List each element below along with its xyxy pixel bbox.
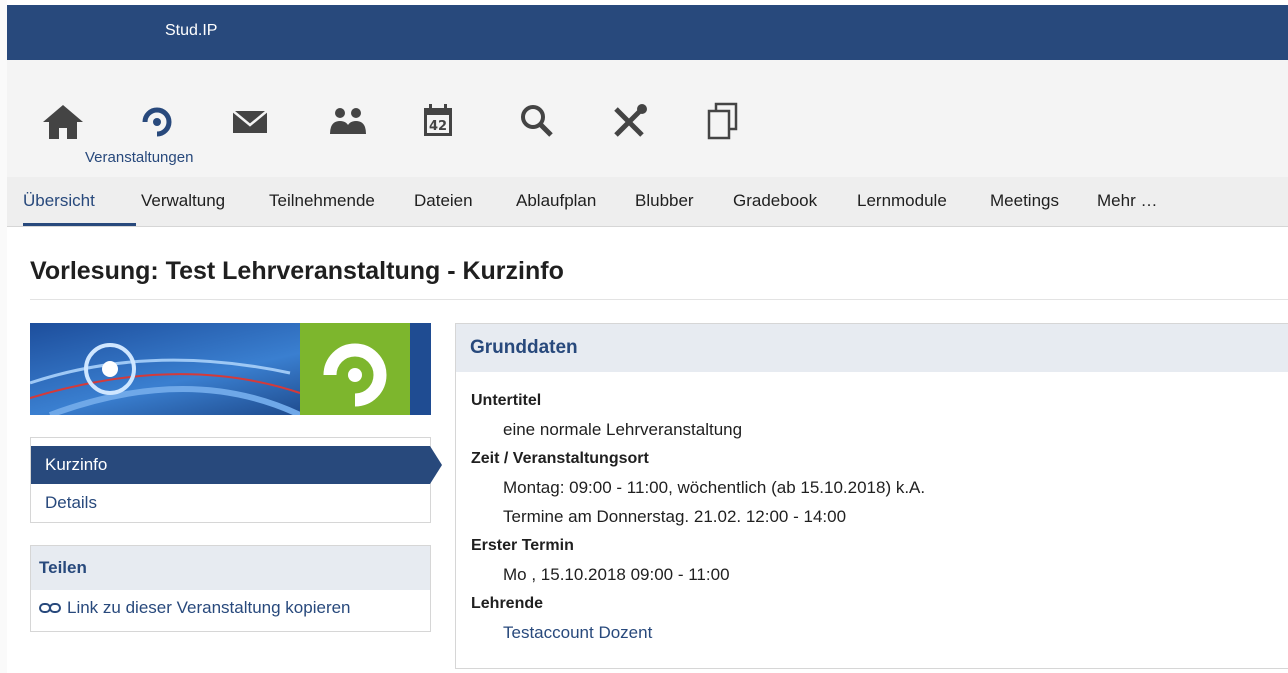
panel-title: Grunddaten [456, 324, 1288, 372]
basic-data-panel: Grunddaten Untertitel eine normale Lehrv… [455, 323, 1288, 669]
teacher-link[interactable]: Testaccount Dozent [471, 622, 925, 651]
time-value-dates: Termine am Donnerstag. 21.02. 12:00 - 14… [503, 507, 847, 526]
search-icon[interactable] [514, 100, 560, 142]
courses-icon[interactable] [134, 100, 180, 142]
window-edge [0, 0, 7, 673]
course-sidenav: Kurzinfo Details [30, 437, 442, 523]
messages-icon[interactable] [227, 100, 273, 142]
documents-icon[interactable] [699, 100, 745, 142]
teachers-label: Lehrende [471, 595, 544, 612]
tab-dateien[interactable]: Dateien [414, 191, 473, 211]
first-date-value: Mo , 15.10.2018 09:00 - 11:00 [503, 565, 730, 584]
subtitle-label: Untertitel [471, 392, 542, 409]
tab-lernmodule[interactable]: Lernmodule [857, 191, 947, 211]
course-tabs: Übersicht Verwaltung Teilnehmende Dateie… [7, 177, 1288, 227]
icon-navigation: 42 Veranstaltungen [7, 60, 1288, 177]
tab-ablaufplan[interactable]: Ablaufplan [516, 191, 596, 211]
home-icon[interactable] [40, 100, 86, 142]
time-location-label: Zeit / Veranstaltungsort [471, 450, 649, 467]
subtitle-value: eine normale Lehrveranstaltung [503, 420, 743, 439]
tools-icon[interactable] [607, 100, 653, 142]
share-title: Teilen [31, 546, 430, 590]
divider [30, 299, 1288, 300]
basic-data-list: Untertitel eine normale Lehrveranstaltun… [471, 390, 925, 651]
page-title: Vorlesung: Test Lehrveranstaltung - Kurz… [30, 257, 564, 285]
link-icon [39, 603, 61, 613]
copy-link-label[interactable]: Link zu dieser Veranstaltung kopieren [67, 598, 351, 618]
tab-uebersicht[interactable]: Übersicht [23, 191, 95, 211]
tab-gradebook[interactable]: Gradebook [733, 191, 817, 211]
active-nav-label[interactable]: Veranstaltungen [85, 149, 193, 166]
time-value-regular: Montag: 09:00 - 11:00, wöchentlich (ab 1… [503, 478, 926, 497]
course-banner-image [30, 323, 431, 415]
tab-mehr[interactable]: Mehr … [1097, 191, 1157, 211]
first-date-label: Erster Termin [471, 537, 574, 554]
sidenav-item-details[interactable]: Details [31, 484, 430, 522]
brand-name[interactable]: Stud.IP [165, 22, 217, 40]
top-bar: Stud.IP [7, 5, 1288, 60]
tab-meetings[interactable]: Meetings [990, 191, 1059, 211]
tab-teilnehmende[interactable]: Teilnehmende [269, 191, 375, 211]
calendar-icon[interactable]: 42 [415, 100, 461, 142]
community-icon[interactable] [325, 100, 371, 142]
active-tab-indicator [23, 223, 136, 226]
tab-blubber[interactable]: Blubber [635, 191, 694, 211]
sidenav-item-kurzinfo[interactable]: Kurzinfo [31, 446, 442, 484]
share-panel: Teilen Link zu dieser Veranstaltung kopi… [30, 545, 431, 632]
tab-verwaltung[interactable]: Verwaltung [141, 191, 225, 211]
calendar-number: 42 [429, 119, 447, 134]
copy-link-button[interactable]: Link zu dieser Veranstaltung kopieren [39, 598, 351, 618]
